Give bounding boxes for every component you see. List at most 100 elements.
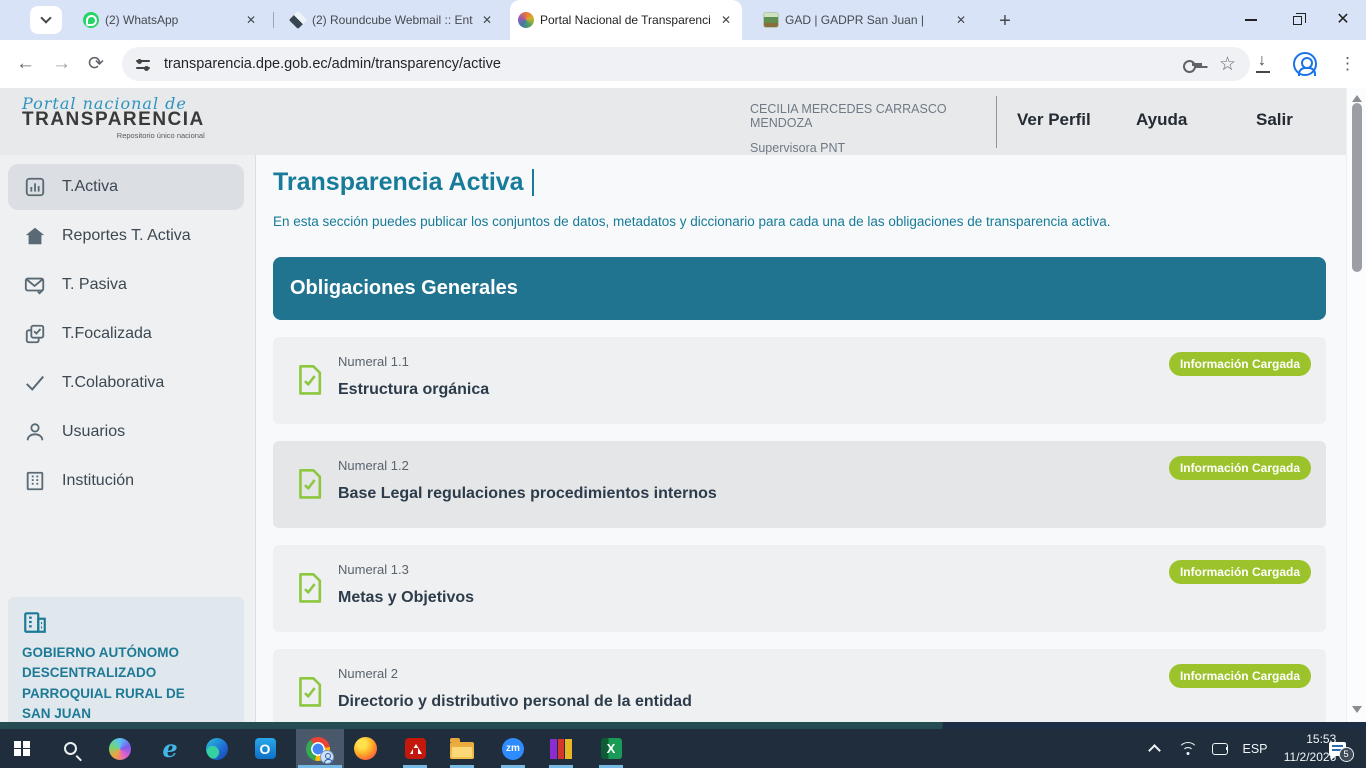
forward-icon[interactable]: → — [52, 53, 71, 75]
downloads-icon[interactable] — [1255, 56, 1271, 72]
sidebar-item-t-colaborativa[interactable]: T.Colaborativa — [8, 360, 244, 406]
bookmark-star-icon[interactable]: ☆ — [1219, 55, 1236, 74]
scroll-up-icon[interactable] — [1352, 95, 1362, 102]
logo-sub-line: Repositorio único nacional — [22, 131, 205, 140]
document-check-icon — [296, 573, 323, 604]
sidebar-item-label: Institución — [62, 472, 134, 490]
search-icon — [64, 742, 77, 755]
nav-ayuda[interactable]: Ayuda — [1136, 110, 1187, 130]
header-divider — [996, 96, 997, 148]
scrollbar-thumb[interactable] — [1352, 103, 1362, 272]
site-header: Portal nacional de TRANSPARENCIA Reposit… — [0, 88, 1346, 155]
scroll-down-icon[interactable] — [1352, 706, 1362, 713]
institution-card[interactable]: GOBIERNO AUTÓNOMO DESCENTRALIZADO PARROQ… — [8, 597, 244, 725]
roundcube-favicon — [289, 11, 307, 29]
windows-logo-icon — [14, 741, 30, 757]
taskbar-winrar-button[interactable] — [544, 732, 578, 765]
obligation-name: Directorio y distributivo personal de la… — [338, 693, 692, 711]
url-text[interactable]: transparencia.dpe.gob.ec/admin/transpare… — [164, 56, 1175, 72]
user-block: CECILIA MERCEDES CARRASCO MENDOZA Superv… — [750, 102, 993, 155]
address-bar[interactable]: transparencia.dpe.gob.ec/admin/transpare… — [122, 47, 1250, 81]
tab-close-icon[interactable]: ✕ — [243, 12, 259, 28]
restore-button[interactable] — [1274, 0, 1320, 40]
taskbar-zoom-button[interactable]: zm — [496, 732, 530, 765]
new-tab-button[interactable]: + — [992, 8, 1018, 34]
tab-separator — [273, 12, 274, 28]
password-key-icon[interactable] — [1183, 58, 1203, 70]
window-controls: ✕ — [1228, 0, 1366, 40]
reload-icon[interactable]: ⟳ — [88, 53, 104, 76]
taskbar-outlook-button[interactable]: O — [248, 732, 282, 765]
acrobat-icon — [405, 738, 426, 759]
obligation-row[interactable]: Numeral 1.2 Base Legal regulaciones proc… — [273, 441, 1326, 528]
notification-center-button[interactable]: 5 — [1322, 729, 1352, 768]
chevron-up-icon — [1148, 744, 1161, 757]
outlook-icon: O — [255, 738, 276, 759]
nav-ver-perfil[interactable]: Ver Perfil — [1017, 110, 1091, 130]
check-icon — [24, 372, 46, 394]
browser-tabstrip: (2) WhatsApp ✕ (2) Roundcube Webmail :: … — [0, 0, 1366, 40]
user-icon — [24, 421, 46, 443]
obligation-numeral: Numeral 2 — [338, 666, 398, 681]
tab-close-icon[interactable]: ✕ — [479, 12, 495, 28]
tab-portal-active[interactable]: Portal Nacional de Transparenci ✕ — [510, 0, 742, 40]
gad-favicon — [763, 12, 779, 28]
document-check-icon — [296, 469, 323, 500]
tray-device-button[interactable] — [1208, 729, 1232, 768]
sidebar-item-institucion[interactable]: Institución — [8, 458, 244, 504]
tab-search-button[interactable] — [30, 6, 62, 34]
minimize-button[interactable] — [1228, 0, 1274, 40]
tab-whatsapp[interactable]: (2) WhatsApp ✕ — [75, 0, 267, 40]
sidebar-item-t-pasiva[interactable]: T. Pasiva — [8, 262, 244, 308]
obligation-name: Metas y Objetivos — [338, 589, 474, 607]
obligation-numeral: Numeral 1.1 — [338, 354, 409, 369]
taskbar-acrobat-button[interactable] — [398, 732, 432, 765]
menu-dots-icon[interactable]: ⋮ — [1339, 54, 1356, 74]
taskbar-ie-button[interactable]: e — [153, 732, 187, 765]
taskbar-edge-button[interactable] — [200, 732, 234, 765]
obligation-row[interactable]: Numeral 2 Directorio y distributivo pers… — [273, 649, 1326, 729]
tab-title: (2) Roundcube Webmail :: Entra — [312, 13, 473, 27]
close-icon: ✕ — [1336, 12, 1349, 28]
start-button[interactable] — [5, 732, 39, 765]
tab-gad[interactable]: GAD | GADPR San Juan | ✕ — [755, 0, 977, 40]
tab-title: Portal Nacional de Transparenci — [540, 13, 712, 27]
folder-icon — [450, 742, 474, 759]
chrome-profile-badge — [320, 750, 334, 764]
taskbar-explorer-button[interactable] — [445, 732, 479, 765]
restore-icon — [1293, 16, 1302, 25]
sidebar-item-reportes[interactable]: Reportes T. Activa — [8, 213, 244, 259]
sidebar-item-t-activa[interactable]: T.Activa — [8, 164, 244, 210]
sidebar-item-t-focalizada[interactable]: T.Focalizada — [8, 311, 244, 357]
taskbar-copilot-button[interactable] — [103, 732, 137, 765]
firefox-icon — [354, 737, 377, 760]
sidebar-item-label: T.Activa — [62, 178, 118, 196]
tab-roundcube[interactable]: (2) Roundcube Webmail :: Entra ✕ — [282, 0, 503, 40]
obligation-row[interactable]: Numeral 1.3 Metas y Objetivos Informació… — [273, 545, 1326, 632]
sidebar-item-usuarios[interactable]: Usuarios — [8, 409, 244, 455]
taskbar-excel-button[interactable]: X — [594, 732, 628, 765]
close-button[interactable]: ✕ — [1320, 0, 1366, 40]
minimize-icon — [1245, 19, 1257, 21]
nav-salir[interactable]: Salir — [1256, 110, 1293, 130]
back-icon[interactable]: ← — [16, 53, 35, 75]
mail-check-icon — [24, 274, 46, 296]
taskbar-search-button[interactable] — [53, 732, 87, 765]
tab-close-icon[interactable]: ✕ — [953, 12, 969, 28]
profile-avatar-icon[interactable] — [1293, 52, 1317, 76]
taskbar-firefox-button[interactable] — [348, 732, 382, 765]
page-scrollbar[interactable] — [1346, 88, 1366, 722]
taskbar-chrome-button[interactable] — [301, 732, 335, 765]
tab-close-icon[interactable]: ✕ — [718, 12, 734, 28]
tray-chevron-button[interactable] — [1142, 729, 1166, 768]
obligation-row[interactable]: Numeral 1.1 Estructura orgánica Informac… — [273, 337, 1326, 424]
site-settings-icon[interactable] — [136, 58, 152, 70]
tray-language[interactable]: ESP — [1238, 729, 1272, 768]
page-footer-bar — [0, 722, 1366, 729]
browser-toolbar: ← → ⟳ transparencia.dpe.gob.ec/admin/tra… — [0, 40, 1366, 88]
site-logo[interactable]: Portal nacional de TRANSPARENCIA Reposit… — [22, 94, 205, 140]
home-icon — [24, 225, 46, 247]
tray-wifi-button[interactable] — [1176, 729, 1200, 768]
status-badge: Información Cargada — [1169, 352, 1311, 376]
obligation-numeral: Numeral 1.3 — [338, 562, 409, 577]
